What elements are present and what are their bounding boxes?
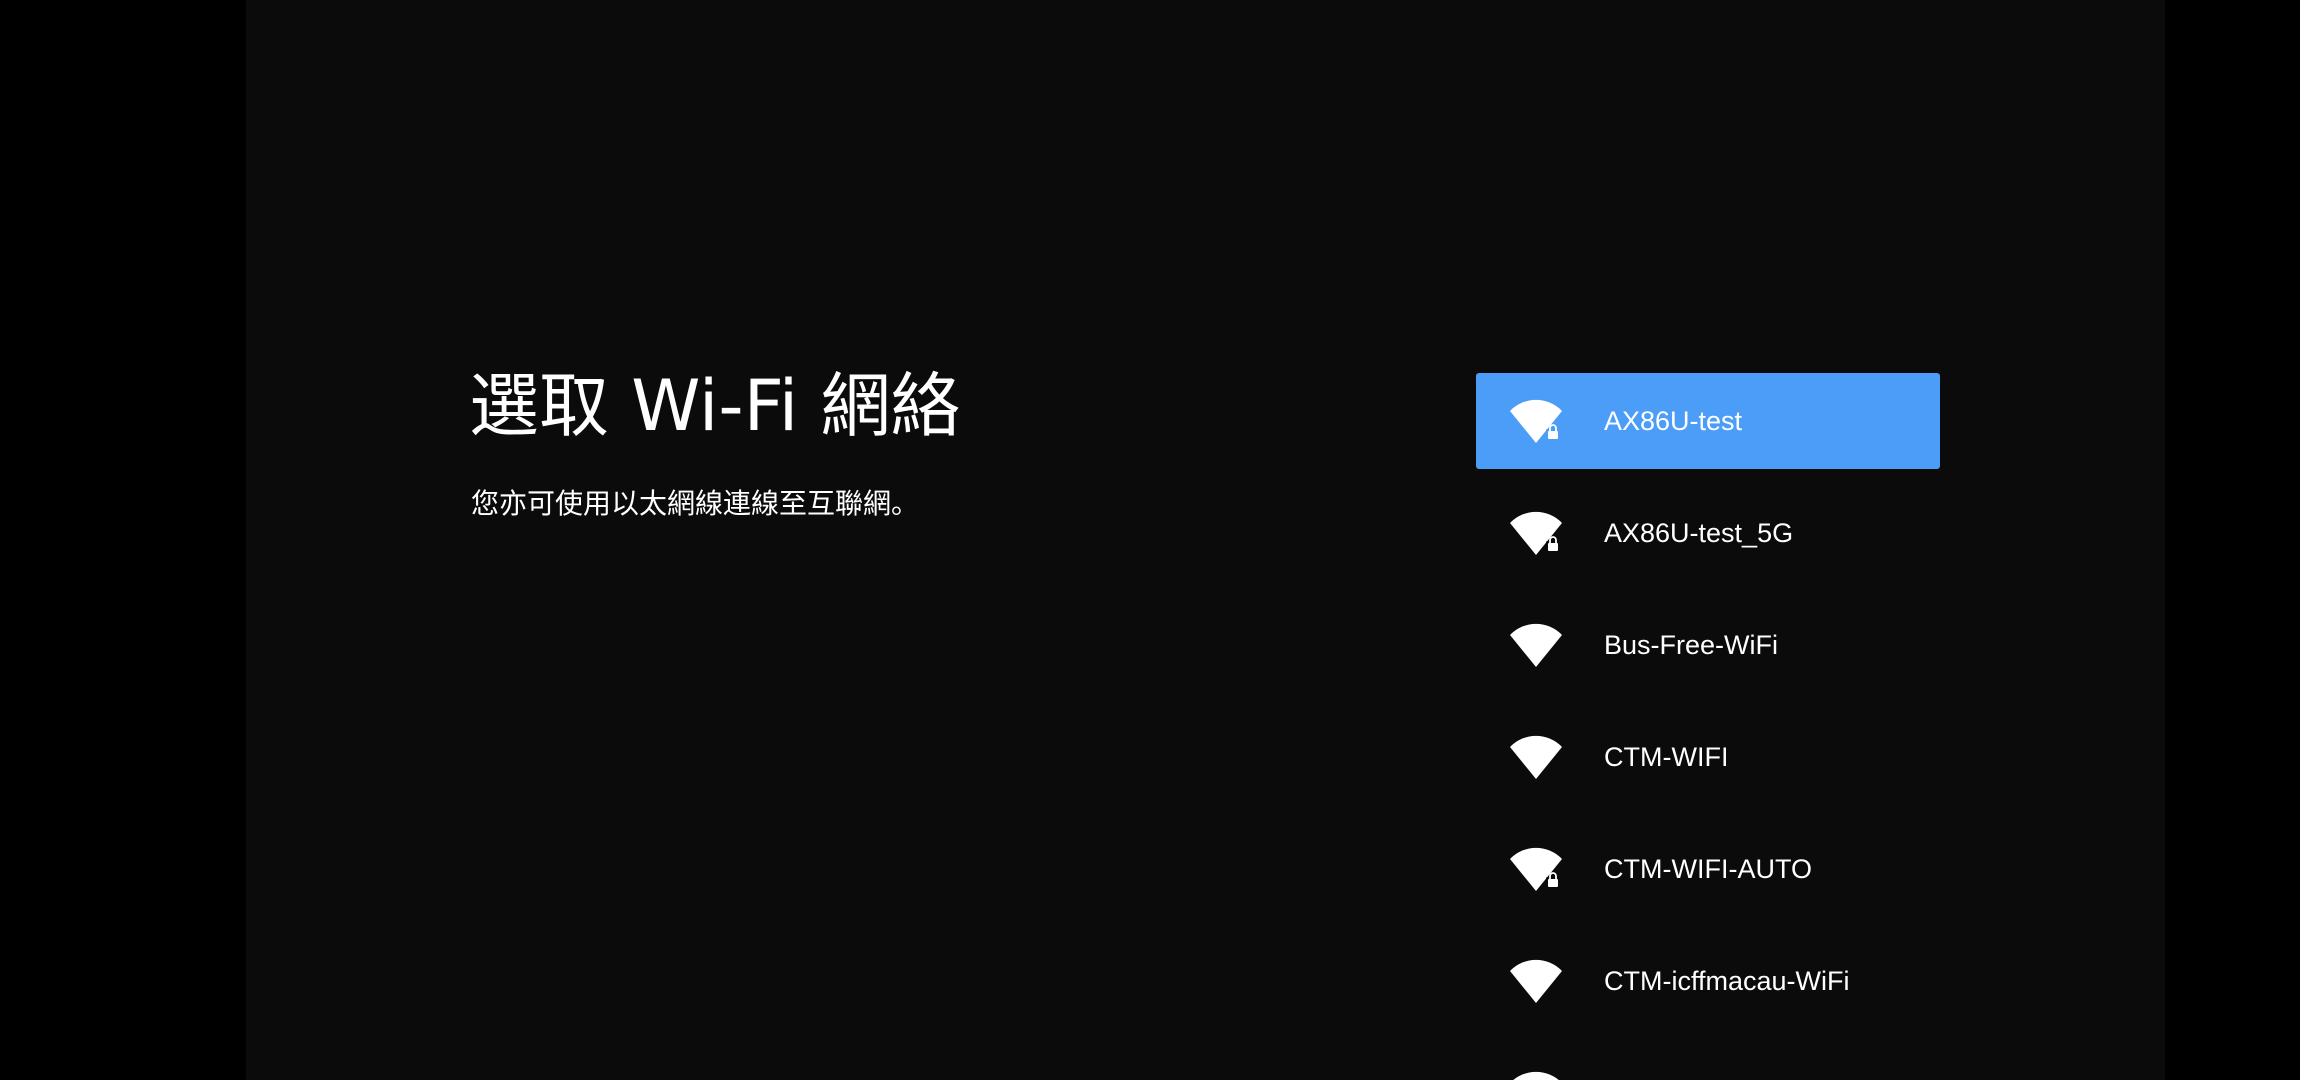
wifi-network-item[interactable]: CTM-icffmacau-WiFi xyxy=(1476,933,1940,1029)
wifi-network-ssid: Bus-Free-WiFi xyxy=(1604,630,1778,660)
wifi-network-ssid: AX86U-test_5G xyxy=(1604,518,1794,548)
wifi-lock-icon xyxy=(1508,845,1564,893)
page-title: 選取 Wi-Fi 網絡 xyxy=(469,365,961,447)
wifi-network-item[interactable]: CTM-WIFI-AUTO xyxy=(1476,821,1940,917)
wifi-network-item[interactable]: CTM-WIFI xyxy=(1476,709,1940,805)
wifi-network-item[interactable] xyxy=(1476,1045,1940,1080)
wifi-network-ssid: CTM-WIFI-AUTO xyxy=(1604,854,1812,884)
wifi-lock-icon xyxy=(1508,509,1564,557)
wifi-network-item[interactable]: AX86U-test xyxy=(1476,373,1940,469)
wifi-icon xyxy=(1508,1069,1564,1080)
wifi-lock-icon xyxy=(1508,397,1564,445)
wifi-network-ssid: CTM-WIFI xyxy=(1604,742,1729,772)
wifi-setup-screen: 選取 Wi-Fi 網絡 您亦可使用以太網線連線至互聯網。 AX86U-test xyxy=(246,0,2165,1080)
letterbox-left xyxy=(0,0,246,1080)
wifi-icon xyxy=(1508,621,1564,669)
wifi-icon xyxy=(1508,733,1564,781)
wifi-network-list: AX86U-test AX86U-test_5G Bus-Free-WiFi C… xyxy=(1476,373,1940,1080)
wifi-icon xyxy=(1508,957,1564,1005)
page-subtitle: 您亦可使用以太網線連線至互聯網。 xyxy=(471,487,920,520)
wifi-network-item[interactable]: Bus-Free-WiFi xyxy=(1476,597,1940,693)
wifi-network-ssid: AX86U-test xyxy=(1604,406,1743,436)
letterbox-right xyxy=(2165,0,2300,1080)
wifi-network-item[interactable]: AX86U-test_5G xyxy=(1476,485,1940,581)
wifi-network-ssid: CTM-icffmacau-WiFi xyxy=(1604,966,1850,996)
